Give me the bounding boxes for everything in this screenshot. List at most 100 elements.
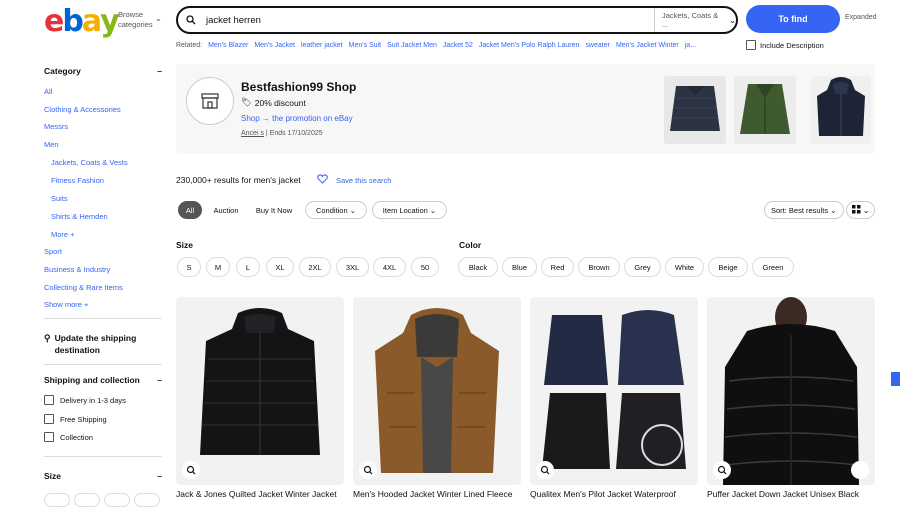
category-business[interactable]: Business & Industry — [44, 265, 110, 274]
tab-auction[interactable]: Auction — [206, 201, 246, 219]
item-title[interactable]: Puffer Jacket Down Jacket Unisex Black — [707, 489, 879, 499]
item-title[interactable]: Qualitex Men's Pilot Jacket Waterproof — [530, 489, 702, 499]
feedback-tab[interactable] — [891, 372, 900, 386]
related-link[interactable]: Jacket 52 — [443, 42, 473, 49]
related-link[interactable]: Men's Blazer — [208, 42, 248, 49]
condition-dropdown[interactable]: Condition ⌄ — [305, 201, 367, 219]
category-filter: Category – — [44, 66, 162, 76]
search-input[interactable]: jacket herren — [206, 15, 654, 26]
delivery-1-3-days-checkbox[interactable]: Delivery in 1-3 days — [44, 395, 126, 405]
size-pill[interactable] — [104, 493, 130, 507]
checkbox[interactable] — [746, 40, 756, 50]
related-link[interactable]: Jacket Men's Polo Ralph Lauren — [479, 42, 580, 49]
color-pill-beige[interactable]: Beige — [708, 257, 748, 277]
chevron-down-icon: ⌄ — [429, 205, 437, 215]
category-more[interactable]: More + — [51, 230, 75, 239]
category-men[interactable]: Men — [44, 140, 59, 149]
color-pill-grey[interactable]: Grey — [624, 257, 661, 277]
size-pill-3xl[interactable]: 3XL — [336, 257, 369, 277]
collapse-icon[interactable]: – — [157, 471, 162, 481]
related-link[interactable]: Suit Jacket Men — [387, 42, 437, 49]
item-location-dropdown[interactable]: Item Location ⌄ — [372, 201, 447, 219]
product-image[interactable] — [353, 297, 521, 485]
checkbox[interactable] — [44, 432, 54, 442]
category-suits[interactable]: Suits — [51, 194, 68, 203]
category-all[interactable]: All — [44, 87, 52, 96]
view-toggle[interactable]: ⌄ — [846, 201, 875, 219]
category-show-more[interactable]: Show more + — [44, 300, 88, 309]
color-pill-blue[interactable]: Blue — [502, 257, 537, 277]
related-link[interactable]: Men's Jacket — [254, 42, 295, 49]
item-title[interactable]: Men's Hooded Jacket Winter Lined Fleece — [353, 489, 525, 499]
include-description-checkbox[interactable]: Include Description — [746, 40, 824, 50]
category-sport[interactable]: Sport — [44, 247, 62, 256]
category-select[interactable]: Jackets, Coats & ... ⌄ — [654, 8, 736, 32]
watch-heart-icon[interactable] — [851, 461, 869, 479]
logo-letter-e: e — [44, 4, 64, 39]
find-button[interactable]: To find — [746, 5, 840, 33]
visual-search-icon[interactable] — [536, 461, 554, 479]
checkbox[interactable] — [44, 414, 54, 424]
collapse-icon[interactable]: – — [157, 66, 162, 76]
size-pill-2xl[interactable]: 2XL — [299, 257, 331, 277]
category-clothing[interactable]: Clothing & Accessories — [44, 105, 121, 114]
collection-checkbox[interactable]: Collection — [44, 432, 93, 442]
related-link[interactable]: Men's Suit — [349, 42, 381, 49]
related-link[interactable]: ja... — [685, 42, 696, 49]
size-title: Size — [44, 471, 62, 481]
tab-all[interactable]: All — [178, 201, 202, 219]
advanced-search-link[interactable]: Expanded — [845, 14, 877, 21]
chevron-down-icon[interactable]: ⌄ — [155, 14, 162, 23]
collapse-icon[interactable]: – — [157, 375, 162, 385]
size-pill[interactable] — [134, 493, 160, 507]
sort-dropdown[interactable]: Sort: Best results ⌄ — [764, 201, 844, 219]
promo-thumb-hooded-jacket[interactable] — [811, 76, 871, 144]
size-heading[interactable]: Size – — [44, 471, 162, 481]
visual-search-icon[interactable] — [182, 461, 200, 479]
seller-name[interactable]: Ancei s — [241, 130, 264, 137]
related-link[interactable]: Men's Jacket Winter — [616, 42, 679, 49]
category-fitness[interactable]: Fitness Fashion — [51, 176, 104, 185]
color-pill-white[interactable]: White — [665, 257, 704, 277]
category-collecting[interactable]: Collecting & Rare Items — [44, 283, 123, 292]
checkbox[interactable] — [44, 395, 54, 405]
shipping-heading[interactable]: Shipping and collection – — [44, 375, 162, 385]
related-link[interactable]: sweater — [585, 42, 610, 49]
related-link[interactable]: leather jacket — [301, 42, 343, 49]
product-image[interactable] — [707, 297, 875, 485]
size-pill-xl[interactable]: XL — [266, 257, 294, 277]
promo-thumb-green-jacket[interactable] — [734, 76, 796, 144]
category-jackets[interactable]: Jackets, Coats & Vests — [51, 158, 128, 167]
product-image[interactable] — [530, 297, 698, 485]
item-card-pilot-jacket[interactable] — [530, 297, 698, 485]
product-image[interactable] — [176, 297, 344, 485]
size-pill-4xl[interactable]: 4XL — [373, 257, 406, 277]
promo-thumb-quilted-jacket[interactable] — [664, 76, 726, 144]
category-shirts[interactable]: Shirts & Hemden — [51, 212, 108, 221]
category-heading[interactable]: Category – — [44, 66, 162, 76]
size-pill-s[interactable]: S — [177, 257, 201, 277]
size-pill[interactable] — [74, 493, 100, 507]
item-card-jack-jones[interactable] — [176, 297, 344, 485]
save-search-button[interactable]: Save this search — [317, 174, 391, 186]
free-shipping-checkbox[interactable]: Free Shipping — [44, 414, 107, 424]
ebay-logo[interactable]: ebay — [44, 4, 120, 39]
visual-search-icon[interactable] — [713, 461, 731, 479]
update-shipping-destination[interactable]: ⚲ Update the shipping destination — [44, 332, 162, 356]
size-pill-l[interactable]: L — [236, 257, 260, 277]
color-pill-brown[interactable]: Brown — [578, 257, 620, 277]
size-pill[interactable] — [44, 493, 70, 507]
size-pill-50[interactable]: 50 — [411, 257, 439, 277]
item-title[interactable]: Jack & Jones Quilted Jacket Winter Jacke… — [176, 489, 348, 499]
category-messrs[interactable]: Messrs — [44, 122, 68, 131]
size-pill-m[interactable]: M — [206, 257, 230, 277]
item-card-hooded-jacket[interactable] — [353, 297, 521, 485]
promotion-link[interactable]: Shop → the promotion on eBay — [241, 114, 353, 123]
color-pill-black[interactable]: Black — [458, 257, 498, 277]
tab-buy-it-now[interactable]: Buy It Now — [250, 201, 298, 219]
color-pill-red[interactable]: Red — [541, 257, 574, 277]
color-pill-green[interactable]: Green — [752, 257, 794, 277]
visual-search-icon[interactable] — [359, 461, 377, 479]
item-card-puffer-jacket[interactable] — [707, 297, 875, 485]
shop-name[interactable]: Bestfashion99 Shop — [241, 80, 356, 94]
